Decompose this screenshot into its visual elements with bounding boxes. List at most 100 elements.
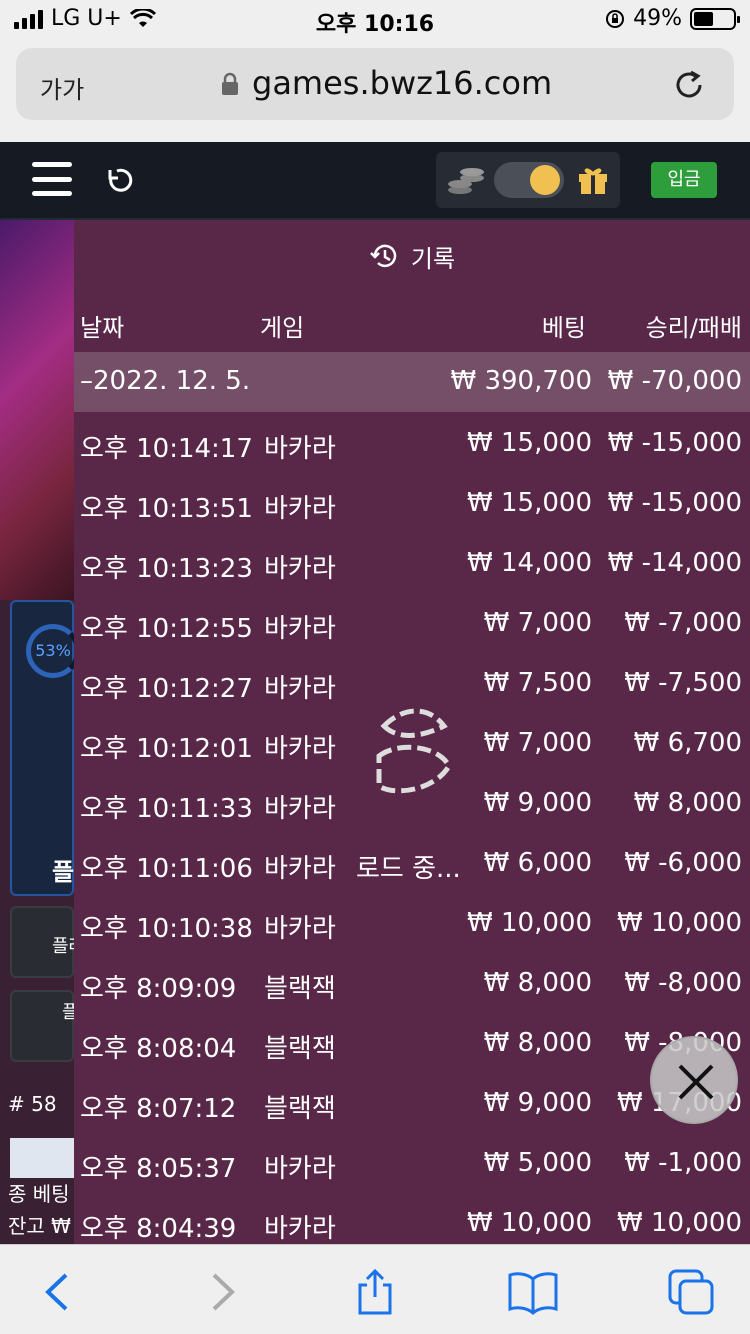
deposit-button[interactable]: 입금 (651, 162, 717, 198)
history-row[interactable]: 오후 8:09:09 블랙잭 ₩ 8,000 ₩ -8,000 (74, 956, 750, 1016)
game-scene-image (0, 220, 74, 600)
row-time: 오후 8:04:39 (80, 1214, 237, 1244)
row-game: 바카라 (264, 854, 336, 884)
history-row[interactable]: 오후 8:05:37 바카라 ₩ 5,000 ₩ -1,000 (74, 1136, 750, 1196)
row-bet: ₩ 9,000 (483, 1088, 592, 1118)
battery-percent: 49% (633, 6, 682, 31)
row-game: 바카라 (264, 734, 336, 764)
row-bet: ₩ 14,000 (467, 548, 592, 578)
column-game: 게임 (260, 314, 305, 342)
row-bet: ₩ 15,000 (467, 488, 592, 518)
row-result: ₩ 10,000 (617, 908, 742, 938)
browser-bar: 가가 games.bwz16.com (0, 40, 750, 142)
close-button[interactable] (650, 1036, 738, 1124)
row-game: 바카라 (264, 434, 336, 464)
book-icon[interactable] (508, 1267, 558, 1317)
share-icon[interactable] (350, 1267, 400, 1317)
row-result: ₩ 10,000 (617, 1208, 742, 1238)
refresh-icon[interactable] (104, 166, 134, 196)
row-game: 바카라 (264, 1154, 336, 1184)
reload-icon[interactable] (672, 68, 706, 102)
row-time: 오후 10:13:23 (80, 554, 253, 584)
row-bet: ₩ 15,000 (467, 428, 592, 458)
coins-icon (448, 168, 484, 194)
road-map (10, 1138, 74, 1178)
history-panel: 기록 날짜 게임 베팅 승리/패배 –2022. 12. 5. ₩ 390,70… (74, 220, 750, 1244)
forward-icon[interactable] (196, 1267, 246, 1317)
history-row[interactable]: 오후 10:13:51 바카라 ₩ 15,000 ₩ -15,000 (74, 476, 750, 536)
hamburger-icon[interactable] (32, 162, 72, 196)
row-time: 오후 8:09:09 (80, 974, 237, 1004)
row-time: 오후 8:05:37 (80, 1154, 237, 1184)
row-time: 오후 10:11:33 (80, 794, 253, 824)
row-game: 바카라 (264, 494, 336, 524)
game-background: 53% 플 플레이어 페어 플 # 58 종 베팅 잔고 ₩ (0, 220, 74, 1244)
gift-icon (579, 168, 607, 194)
row-time: 오후 10:11:06 (80, 854, 253, 884)
row-game: 바카라 (264, 554, 336, 584)
row-bet: ₩ 6,000 (483, 848, 592, 878)
currency-toggle-group (436, 152, 620, 208)
row-time: 오후 10:14:17 (80, 434, 253, 464)
close-icon (678, 1064, 714, 1100)
row-result: ₩ -6,000 (624, 848, 742, 878)
stats-card: 53% 플 (10, 600, 74, 896)
history-table-header: 날짜 게임 베팅 승리/패배 (74, 292, 750, 352)
row-result: ₩ 6,700 (633, 728, 742, 758)
date-group-row[interactable]: –2022. 12. 5. ₩ 390,700 ₩ -70,000 (74, 352, 750, 412)
address-bar[interactable]: 가가 games.bwz16.com (16, 48, 734, 120)
status-bar: LG U+ 오후 10:16 49% (0, 0, 750, 40)
row-result: ₩ -7,500 (624, 668, 742, 698)
history-row[interactable]: 오후 10:12:55 바카라 ₩ 7,000 ₩ -7,000 (74, 596, 750, 656)
history-row[interactable]: 오후 10:13:23 바카라 ₩ 14,000 ₩ -14,000 (74, 536, 750, 596)
row-game: 블랙잭 (264, 1034, 336, 1064)
row-game: 블랙잭 (264, 974, 336, 1004)
rotation-lock-icon (606, 9, 625, 28)
row-result: ₩ 8,000 (633, 788, 742, 818)
column-date: 날짜 (80, 314, 125, 342)
row-time: 오후 10:12:01 (80, 734, 253, 764)
row-bet: ₩ 7,000 (483, 728, 592, 758)
row-time: 오후 10:12:55 (80, 614, 253, 644)
history-title: 기록 (74, 220, 750, 292)
back-icon[interactable] (34, 1267, 84, 1317)
bg-text: 플레이어 페어 (52, 936, 74, 957)
bet-button-player-pair[interactable]: 플레이어 페어 (10, 906, 74, 978)
total-bet-label: 종 베팅 (8, 1182, 70, 1206)
lock-icon (222, 72, 238, 95)
row-result: ₩ -8,000 (624, 968, 742, 998)
history-row[interactable]: 오후 8:07:12블랙잭₩ 9,000₩ 17,000 (74, 1076, 750, 1136)
progress-ring: 53% (26, 624, 74, 678)
row-result: ₩ -15,000 (607, 488, 742, 518)
row-bet: ₩ 5,000 (483, 1148, 592, 1178)
bg-text: 플 (52, 858, 74, 886)
row-time: 오후 10:12:27 (80, 674, 253, 704)
browser-toolbar (0, 1244, 750, 1334)
bet-button-player[interactable]: 플 (10, 990, 74, 1062)
row-game: 바카라 (264, 914, 336, 944)
history-row[interactable]: 오후 8:08:04블랙잭₩ 8,000₩ -8,000 (74, 1016, 750, 1076)
date-group-date: –2022. 12. 5. (80, 366, 251, 396)
row-game: 블랙잭 (264, 1094, 336, 1124)
history-row[interactable]: 오후 8:04:39 바카라 ₩ 10,000 ₩ 10,000 (74, 1196, 750, 1244)
history-title-text: 기록 (410, 244, 456, 273)
battery-icon (690, 7, 740, 30)
tabs-icon[interactable] (666, 1267, 716, 1317)
row-bet: ₩ 7,000 (483, 608, 592, 638)
balance-label: 잔고 ₩ (8, 1214, 71, 1238)
toggle-knob (530, 165, 560, 195)
history-row[interactable]: 오후 10:14:17 바카라 ₩ 15,000 ₩ -15,000 (74, 416, 750, 476)
column-bet: 베팅 (541, 314, 586, 342)
loading-spinner-icon (376, 708, 452, 794)
site-header (0, 142, 750, 220)
row-time: 오후 8:07:12 (80, 1094, 237, 1124)
row-game: 바카라 (264, 614, 336, 644)
loading-text: 로드 중... (356, 854, 461, 884)
row-game: 바카라 (264, 674, 336, 704)
history-row[interactable]: 오후 10:10:38 바카라 ₩ 10,000 ₩ 10,000 (74, 896, 750, 956)
url-text[interactable]: games.bwz16.com (252, 64, 552, 102)
text-size-button[interactable]: 가가 (40, 70, 84, 105)
currency-toggle[interactable] (494, 162, 564, 198)
row-time: 오후 10:13:51 (80, 494, 253, 524)
row-result: ₩ -1,000 (624, 1148, 742, 1178)
